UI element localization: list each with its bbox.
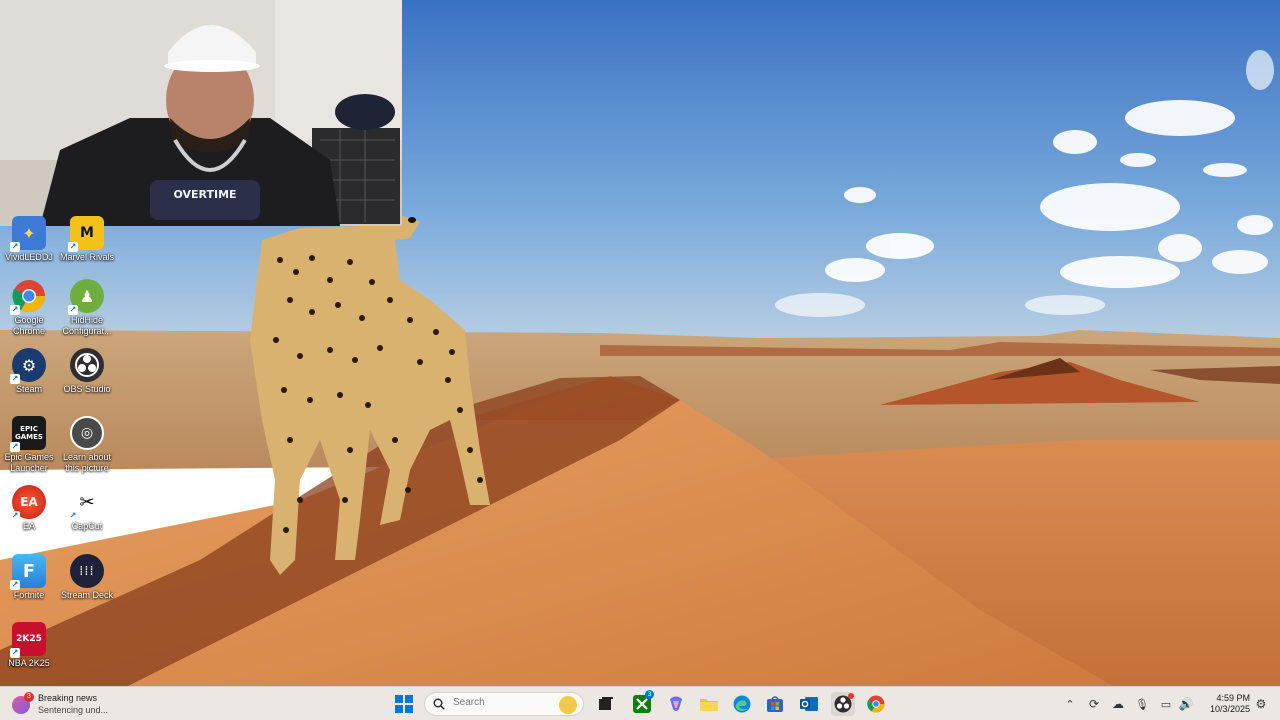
- xbox-badge: 3: [645, 690, 654, 699]
- desktop-icon-label: OBS Studio: [63, 384, 111, 394]
- shortcut-arrow-icon: ↗: [10, 374, 20, 384]
- search-input[interactable]: [453, 697, 553, 708]
- edge-icon[interactable]: [730, 692, 754, 716]
- desktop-icon-fortnite[interactable]: F ↗ Fortnite: [0, 554, 58, 601]
- desktop-icon-label: EA: [22, 521, 35, 531]
- file-explorer-icon[interactable]: [697, 692, 721, 716]
- notification-gear-icon[interactable]: ⚙: [1252, 692, 1270, 716]
- desktop-icon-stream-deck[interactable]: ⁞⁞⁞ Stream Deck: [58, 554, 116, 601]
- webcam-overlay: OVERTIME: [0, 0, 402, 226]
- copilot-icon[interactable]: [664, 692, 688, 716]
- desktop-icon-vividled[interactable]: ✦ ↗ VividLEDDJ: [0, 216, 58, 263]
- desktop-icon-label: Stream Deck: [60, 590, 113, 600]
- stream-deck-icon: ⁞⁞⁞: [70, 554, 104, 588]
- desktop-icon-capcut[interactable]: ✂ ↗ CapCut: [58, 485, 116, 532]
- desktop-screen: OVERTIME ✦ ↗ VividLEDDJ M ↗ Marvel Rivals: [0, 0, 1280, 720]
- taskbar-search[interactable]: [424, 692, 584, 716]
- webcam-feed: OVERTIME: [0, 0, 402, 226]
- desktop-icon-grid: ✦ ↗ VividLEDDJ M ↗ Marvel Rivals ↗ Google …: [0, 216, 120, 686]
- search-icon: [433, 698, 445, 710]
- hidhide-icon: ♟ ↗: [68, 279, 104, 315]
- marvel-rivals-icon: M ↗: [68, 216, 104, 252]
- desktop-icon-hidhide[interactable]: ♟ ↗ HidHide Configurat...: [58, 279, 116, 337]
- outlook-icon[interactable]: [797, 692, 821, 716]
- ea-logo-text: EA: [20, 495, 38, 509]
- recording-dot-icon: [848, 693, 854, 699]
- ea-icon: EA ↗: [10, 485, 46, 521]
- shortcut-arrow-icon: ↗: [10, 442, 20, 452]
- taskbar-clock[interactable]: 4:59 PM 10/3/2025: [1198, 693, 1250, 715]
- chrome-icon: ↗: [10, 279, 46, 315]
- fortnite-icon: F ↗: [10, 554, 46, 590]
- epic-games-logo-text: EPIC GAMES: [15, 425, 43, 441]
- volume-icon[interactable]: 🔊: [1176, 692, 1196, 716]
- shortcut-arrow-icon: ↗: [10, 648, 20, 658]
- clock-time: 4:59 PM: [1216, 693, 1250, 703]
- obs-taskbar-icon[interactable]: [831, 692, 855, 716]
- desktop-icon-chrome[interactable]: ↗ Google Chrome: [0, 279, 58, 337]
- desktop-icon-nba2k[interactable]: 2K25 ↗ NBA 2K25: [0, 622, 58, 669]
- news-badge: 3: [24, 692, 34, 702]
- microphone-icon[interactable]: 🎙: [1132, 692, 1152, 716]
- desktop-icon-marvel-rivals[interactable]: M ↗ Marvel Rivals: [58, 216, 116, 263]
- search-highlight-icon: [559, 696, 577, 714]
- display-icon[interactable]: ▭: [1156, 692, 1176, 716]
- shortcut-arrow-icon: ↗: [10, 242, 20, 252]
- desktop-icon-learn-picture[interactable]: ◎ Learn about this picture: [58, 416, 116, 474]
- news-widget[interactable]: 3 Breaking news Sentencing und...: [12, 692, 142, 716]
- clock-date: 10/3/2025: [1209, 704, 1250, 714]
- fortnite-logo-text: F: [22, 560, 36, 582]
- taskbar: 3 Breaking news Sentencing und... 3: [0, 686, 1280, 720]
- desktop-icon-label: Learn about this picture: [62, 452, 112, 473]
- nba2k-logo-text: 2K25: [16, 634, 42, 644]
- obs-icon: [70, 348, 104, 382]
- desktop-icon-label: Fortnite: [13, 590, 45, 600]
- windows-start-icon[interactable]: [392, 692, 416, 716]
- news-subtitle: Sentencing und...: [38, 705, 109, 715]
- microsoft-store-icon[interactable]: [763, 692, 787, 716]
- shortcut-arrow-icon: ↗: [10, 305, 20, 315]
- desktop-icon-ea[interactable]: EA ↗ EA: [0, 485, 58, 532]
- shirt-text: OVERTIME: [173, 188, 236, 201]
- chevron-up-icon[interactable]: ⌃: [1060, 692, 1080, 716]
- desktop-icon-steam[interactable]: ⚙ ↗ Steam: [0, 348, 58, 395]
- shortcut-arrow-icon: ↗: [10, 580, 20, 590]
- capcut-icon: ✂ ↗: [68, 485, 104, 521]
- camera-icon: ◎: [70, 416, 104, 450]
- epic-games-icon: EPIC GAMES ↗: [10, 416, 46, 452]
- desktop-icon-label: Epic Games Launcher: [4, 452, 54, 473]
- onedrive-icon[interactable]: ☁: [1108, 692, 1128, 716]
- desktop-icon-epic-games[interactable]: EPIC GAMES ↗ Epic Games Launcher: [0, 416, 58, 474]
- desktop-icon-label: Steam: [15, 384, 42, 394]
- shortcut-arrow-icon: ↗: [68, 511, 78, 521]
- shortcut-arrow-icon: ↗: [68, 242, 78, 252]
- desktop-icon-label: HidHide Configurat...: [62, 315, 112, 336]
- steam-icon: ⚙ ↗: [10, 348, 46, 384]
- sync-icon[interactable]: ⟳: [1084, 692, 1104, 716]
- vividled-icon: ✦ ↗: [10, 216, 46, 252]
- desktop-icon-label: NBA 2K25: [8, 658, 50, 668]
- desktop-icon-label: Google Chrome: [12, 315, 45, 336]
- chrome-taskbar-icon[interactable]: [864, 692, 888, 716]
- nba2k-icon: 2K25 ↗: [10, 622, 46, 658]
- desktop-icon-label: Marvel Rivals: [59, 252, 114, 262]
- xbox-icon[interactable]: 3: [630, 690, 654, 716]
- shortcut-arrow-icon: ↗: [10, 511, 20, 521]
- desktop-icon-label: CapCut: [71, 521, 103, 531]
- task-view-icon[interactable]: [594, 692, 618, 716]
- desktop-icon-label: VividLEDDJ: [5, 252, 53, 262]
- shortcut-arrow-icon: ↗: [68, 305, 78, 315]
- desktop-icon-obs[interactable]: OBS Studio: [58, 348, 116, 395]
- news-title: Breaking news: [38, 693, 98, 703]
